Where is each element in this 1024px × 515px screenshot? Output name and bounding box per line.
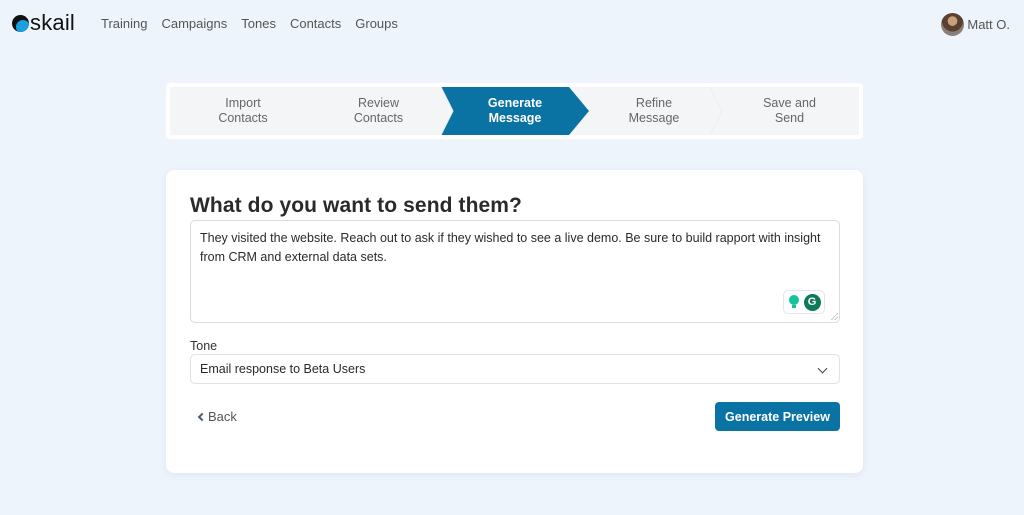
step-label-line1: Generate (487, 96, 543, 110)
user-menu[interactable]: Matt O. (941, 13, 1010, 36)
grammarly-widget[interactable]: G (783, 290, 825, 314)
step-label-line1: Import (225, 96, 261, 110)
resize-handle-icon[interactable] (830, 312, 838, 320)
user-name: Matt O. (967, 17, 1010, 32)
nav-links: Training Campaigns Tones Contacts Groups (101, 16, 412, 32)
nav-campaigns[interactable]: Campaigns (161, 16, 227, 32)
step-label-line2: Contacts (218, 111, 268, 125)
grammarly-icon[interactable]: G (803, 293, 821, 311)
step-label-line1: Save and (763, 96, 816, 110)
step-import-contacts[interactable]: Import Contacts (170, 87, 316, 135)
step-label-line2: Message (488, 111, 542, 125)
tone-select[interactable]: Email response to Beta Users (190, 354, 840, 384)
nav-tones[interactable]: Tones (241, 16, 276, 32)
stepper: Import Contacts Review Contacts Generate Me… (170, 87, 859, 135)
nav-groups[interactable]: Groups (355, 16, 398, 32)
generate-preview-button[interactable]: Generate Preview (715, 402, 840, 431)
lightbulb-icon[interactable] (788, 295, 800, 309)
logo-text: skail (30, 10, 76, 35)
step-generate-message[interactable]: Generate Message (453, 87, 577, 135)
message-input[interactable]: They visited the website. Reach out to a… (190, 220, 840, 323)
message-card: What do you want to send them? They visi… (166, 170, 863, 473)
chevron-down-icon (817, 363, 828, 374)
back-button[interactable]: Back (197, 409, 237, 424)
page-title: What do you want to send them? (190, 194, 522, 217)
stepper-container: Import Contacts Review Contacts Generate Me… (166, 83, 863, 139)
avatar (941, 13, 965, 36)
logo[interactable]: skail (12, 12, 75, 34)
tone-selected-value: Email response to Beta Users (200, 362, 366, 376)
step-label-line2: Contacts (353, 111, 404, 125)
step-label-line1: Review (358, 96, 399, 110)
logo-icon (12, 14, 29, 32)
tone-label: Tone (190, 339, 218, 353)
step-label-line1: Refine (635, 96, 673, 110)
back-label: Back (208, 409, 237, 424)
chevron-left-icon (197, 412, 207, 422)
step-label-line2: Message (628, 111, 680, 125)
step-label-line2: Send (774, 111, 805, 125)
step-refine-message[interactable]: Refine Message (589, 87, 719, 135)
step-review-contacts[interactable]: Review Contacts (316, 87, 441, 135)
step-save-and-send[interactable]: Save and Send (722, 87, 857, 135)
nav-contacts[interactable]: Contacts (290, 16, 341, 32)
nav-training[interactable]: Training (101, 16, 147, 32)
top-nav: skail Training Campaigns Tones Contacts … (0, 0, 1024, 48)
